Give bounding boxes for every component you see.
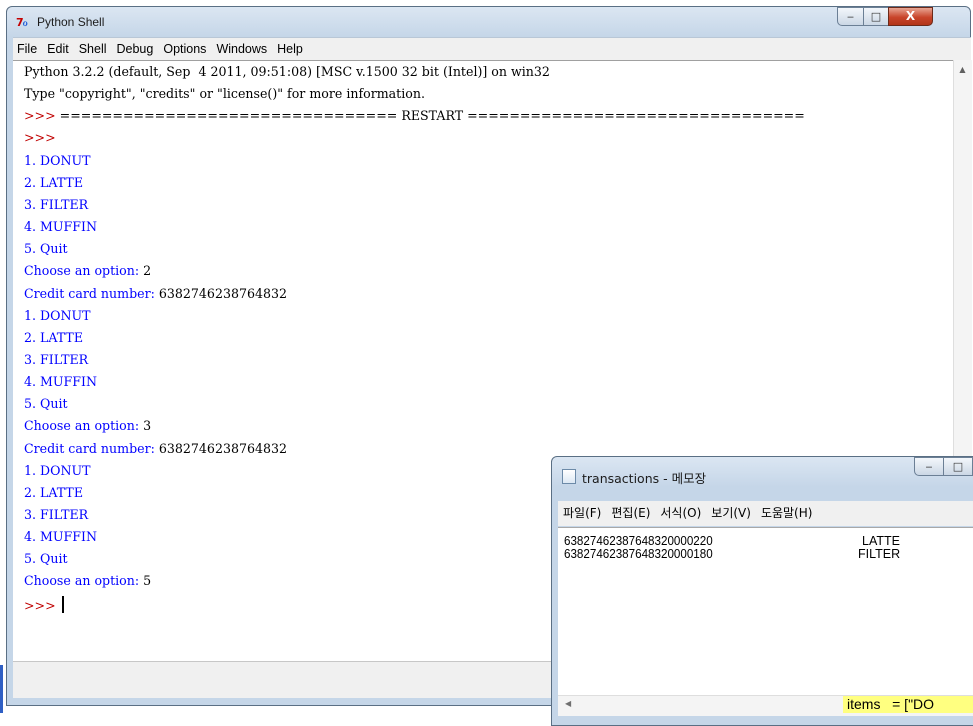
shell-line: Choose an option: 2 bbox=[24, 263, 151, 279]
transaction-code: 63827462387648320000180 bbox=[564, 547, 713, 561]
maximize-icon: □ bbox=[870, 10, 882, 23]
shell-line: >>> bbox=[24, 130, 56, 146]
transaction-item: FILTER bbox=[858, 547, 901, 561]
close-icon: X bbox=[905, 9, 916, 23]
menu-options[interactable]: Options bbox=[158, 39, 211, 59]
menu-file[interactable]: File bbox=[13, 39, 42, 59]
notepad-minimize-button[interactable]: ‒ bbox=[914, 457, 944, 476]
shell-line: 2. LATTE bbox=[24, 329, 84, 345]
shell-line: 5. Quit bbox=[24, 241, 68, 257]
shell-line: 2. LATTE bbox=[24, 484, 84, 500]
notepad-menu-view[interactable]: 보기(V) bbox=[706, 501, 756, 526]
user-input: 3 bbox=[143, 418, 152, 434]
shell-line: 1. DONUT bbox=[24, 307, 91, 323]
input-prompt: Choose an option: bbox=[24, 418, 144, 434]
user-input: 6382746238764832 bbox=[158, 440, 288, 456]
notepad-window: transactions - 메모장 ‒ □ 파일(F) 편집(E) 서식(O) 보기… bbox=[551, 456, 973, 726]
scroll-left-arrow-icon[interactable]: ◀ bbox=[565, 699, 571, 708]
shell-line: 5. Quit bbox=[24, 396, 68, 412]
shell-line: Python 3.2.2 (default, Sep 4 2011, 09:51… bbox=[24, 64, 550, 79]
maximize-icon: □ bbox=[952, 460, 964, 473]
python-idle-icon: 7ℴ bbox=[16, 16, 28, 29]
menu-edit[interactable]: Edit bbox=[42, 39, 74, 59]
shell-menubar: File Edit Shell Debug Options Windows Help bbox=[13, 37, 971, 60]
shell-line: Credit card number: 6382746238764832 bbox=[24, 441, 287, 457]
menu-debug[interactable]: Debug bbox=[112, 39, 159, 59]
prompt-marker: >>> bbox=[24, 597, 60, 613]
user-input: 5 bbox=[143, 573, 152, 589]
scroll-up-arrow-icon[interactable]: ▲ bbox=[956, 63, 969, 76]
input-prompt: Choose an option: bbox=[24, 263, 144, 279]
menu-windows[interactable]: Windows bbox=[211, 39, 272, 59]
notepad-title: transactions - 메모장 bbox=[582, 471, 707, 486]
input-prompt: Credit card number: bbox=[24, 440, 159, 456]
user-input: 2 bbox=[143, 263, 152, 279]
window-title: Python Shell bbox=[37, 15, 105, 29]
shell-line: >>> ================================ RES… bbox=[24, 108, 805, 124]
shell-line: Choose an option: 3 bbox=[24, 418, 151, 434]
notepad-icon bbox=[562, 469, 576, 484]
shell-titlebar[interactable]: 7ℴ Python Shell ‒ □ X bbox=[7, 7, 970, 37]
notepad-menu-help[interactable]: 도움말(H) bbox=[756, 501, 818, 526]
minimize-icon: ‒ bbox=[847, 10, 854, 23]
shell-line: 4. MUFFIN bbox=[24, 219, 97, 235]
input-prompt: Choose an option: bbox=[24, 573, 144, 589]
user-input: 6382746238764832 bbox=[158, 285, 288, 301]
close-button[interactable]: X bbox=[888, 7, 933, 26]
notepad-menu-file[interactable]: 파일(F) bbox=[558, 501, 606, 526]
notepad-text-area[interactable]: 63827462387648320000220 LATTE 6382746238… bbox=[558, 527, 973, 696]
shell-line: Credit card number: 6382746238764832 bbox=[24, 286, 287, 302]
maximize-button[interactable]: □ bbox=[863, 7, 889, 26]
restart-banner: ================================ RESTART… bbox=[59, 108, 805, 124]
shell-line: 4. MUFFIN bbox=[24, 529, 97, 545]
shell-line: 5. Quit bbox=[24, 551, 68, 567]
shell-line: 3. FILTER bbox=[24, 507, 89, 522]
shell-line: 3. FILTER bbox=[24, 351, 89, 367]
shell-line: 1. DONUT bbox=[24, 152, 91, 168]
text-cursor bbox=[61, 595, 64, 613]
menu-help[interactable]: Help bbox=[272, 39, 308, 59]
notepad-menubar: 파일(F) 편집(E) 서식(O) 보기(V) 도움말(H) bbox=[558, 501, 973, 526]
shell-line: Choose an option: 5 bbox=[24, 573, 151, 589]
notepad-maximize-button[interactable]: □ bbox=[943, 457, 973, 476]
shell-line: 2. LATTE bbox=[24, 174, 84, 190]
minimize-button[interactable]: ‒ bbox=[837, 7, 864, 26]
taskbar-edge bbox=[0, 665, 3, 713]
minimize-icon: ‒ bbox=[925, 460, 933, 473]
shell-line: Type "copyright", "credits" or "license(… bbox=[24, 86, 425, 102]
menu-shell[interactable]: Shell bbox=[74, 39, 112, 59]
prompt-marker: >>> bbox=[24, 108, 60, 124]
notepad-menu-format[interactable]: 서식(O) bbox=[655, 501, 706, 526]
background-editor-snippet: items = ["DO bbox=[843, 696, 973, 713]
shell-line: 4. MUFFIN bbox=[24, 374, 97, 390]
transaction-code: 63827462387648320000220 bbox=[564, 534, 713, 548]
input-prompt: Credit card number: bbox=[24, 285, 159, 301]
transaction-item: LATTE bbox=[862, 534, 900, 548]
shell-line: 3. FILTER bbox=[24, 196, 89, 212]
shell-line: >>> bbox=[24, 595, 64, 614]
notepad-menu-edit[interactable]: 편집(E) bbox=[606, 501, 655, 526]
shell-line: 1. DONUT bbox=[24, 462, 91, 478]
